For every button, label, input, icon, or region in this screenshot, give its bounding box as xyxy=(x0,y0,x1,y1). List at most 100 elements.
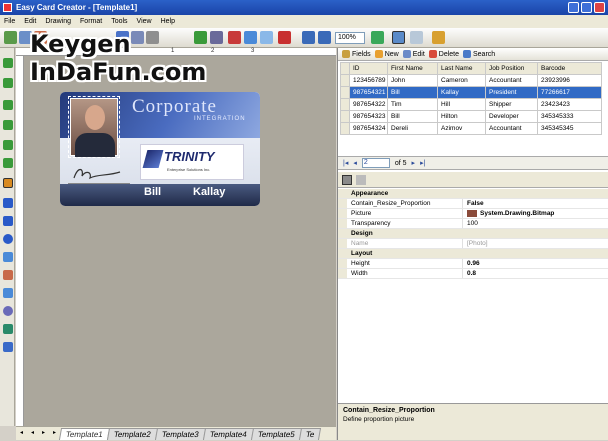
signature[interactable] xyxy=(68,164,130,184)
barcode-tool-icon[interactable] xyxy=(3,306,13,316)
cell-job-position[interactable]: President xyxy=(485,86,538,99)
first-record-icon[interactable]: |◂ xyxy=(343,159,348,167)
cell-id[interactable]: 987654324 xyxy=(349,122,388,135)
menu-help[interactable]: Help xyxy=(161,18,175,25)
photo-tool-icon[interactable] xyxy=(3,270,13,280)
cell-last-name[interactable]: Kallay xyxy=(437,86,486,99)
tab-template5[interactable]: Template5 xyxy=(250,428,302,440)
zoom-in-icon[interactable] xyxy=(302,31,315,44)
menu-edit[interactable]: Edit xyxy=(24,18,36,25)
row-header[interactable] xyxy=(340,110,350,123)
cell-barcode[interactable]: 77266617 xyxy=(537,86,602,99)
cell-last-name[interactable]: Azimov xyxy=(437,122,486,135)
next-record-icon[interactable]: ▸ xyxy=(412,159,416,167)
cell-first-name[interactable]: Dereli xyxy=(387,122,438,135)
card-last-name[interactable]: Kallay xyxy=(193,186,225,198)
tab-template6[interactable]: Te xyxy=(298,428,322,440)
signature-tool-icon[interactable] xyxy=(3,324,13,334)
close-icon[interactable] xyxy=(594,2,605,13)
cell-id[interactable]: 987654322 xyxy=(349,98,388,111)
collapse-icon[interactable] xyxy=(338,189,347,198)
collapse-icon[interactable] xyxy=(338,229,347,238)
cell-job-position[interactable]: Shipper xyxy=(485,98,538,111)
copy-icon[interactable] xyxy=(244,31,257,44)
col-job-position[interactable]: Job Position xyxy=(485,62,538,75)
tool-icon-6[interactable] xyxy=(3,158,13,168)
maximize-icon[interactable] xyxy=(581,2,592,13)
table-row[interactable]: 987654324 Dereli Azimov Accountant 34534… xyxy=(340,122,602,135)
menu-view[interactable]: View xyxy=(137,18,152,25)
row-header[interactable] xyxy=(340,74,350,87)
minimize-icon[interactable] xyxy=(568,2,579,13)
delete-icon[interactable] xyxy=(278,31,291,44)
select-tool-icon[interactable] xyxy=(3,178,13,188)
table-row-selected[interactable]: 987654321 Bill Kallay President 77266617 xyxy=(340,86,602,99)
prop-category-appearance[interactable]: Appearance xyxy=(338,189,608,199)
card-first-name[interactable]: Bill xyxy=(144,186,161,198)
edit-button[interactable]: Edit xyxy=(402,50,425,58)
menu-tools[interactable]: Tools xyxy=(111,18,127,25)
menu-file[interactable]: File xyxy=(4,18,15,25)
cell-first-name[interactable]: Bill xyxy=(387,110,438,123)
cell-id[interactable]: 123456789 xyxy=(349,74,388,87)
company-logo[interactable]: TRINITY Enterprise Solutions Inc. xyxy=(140,144,244,180)
table-row[interactable]: 987654322 Tim Hill Shipper 23423423 xyxy=(340,98,602,111)
tab-template1[interactable]: Template1 xyxy=(58,428,110,440)
menu-format[interactable]: Format xyxy=(80,18,102,25)
cut-icon[interactable] xyxy=(228,31,241,44)
card-view-icon[interactable] xyxy=(392,31,405,44)
delete-button[interactable]: Delete xyxy=(428,50,459,58)
tool-icon-5[interactable] xyxy=(3,140,13,150)
cell-last-name[interactable]: Cameron xyxy=(437,74,486,87)
ellipse-tool-icon[interactable] xyxy=(3,234,13,244)
cell-first-name[interactable]: John xyxy=(387,74,438,87)
card-heading[interactable]: Corporate xyxy=(132,96,217,118)
prev-record-icon[interactable]: ◂ xyxy=(353,159,357,167)
prop-category-design[interactable]: Design xyxy=(338,229,608,239)
tab-template2[interactable]: Template2 xyxy=(106,428,158,440)
cell-id[interactable]: 987654323 xyxy=(349,110,388,123)
first-tab-icon[interactable]: ◂ xyxy=(17,429,26,438)
tool-icon-3[interactable] xyxy=(3,100,13,110)
prop-row[interactable]: Name [Photo] xyxy=(338,239,608,249)
zoom-out-icon[interactable] xyxy=(318,31,331,44)
cell-barcode[interactable]: 23923996 xyxy=(537,74,602,87)
cell-barcode[interactable]: 23423423 xyxy=(537,98,602,111)
categorized-icon[interactable] xyxy=(342,175,352,185)
cell-last-name[interactable]: Hilton xyxy=(437,110,486,123)
refresh-icon[interactable] xyxy=(371,31,384,44)
table-row[interactable]: 987654323 Bill Hilton Developer 34534533… xyxy=(340,110,602,123)
prop-value-picture[interactable]: System.Drawing.Bitmap xyxy=(463,209,554,218)
cell-barcode[interactable]: 345345345 xyxy=(537,122,602,135)
col-first-name[interactable]: First Name xyxy=(387,62,438,75)
prop-row[interactable]: Width 0.8 xyxy=(338,269,608,279)
expand-icon[interactable] xyxy=(338,209,347,218)
property-grid[interactable]: Appearance Contain_Resize_Proportion Fal… xyxy=(338,189,608,279)
alphabetical-icon[interactable] xyxy=(356,175,366,185)
table-row[interactable]: 123456789 John Cameron Accountant 239239… xyxy=(340,74,602,87)
shape-tool-icon[interactable] xyxy=(3,252,13,262)
collapse-icon[interactable] xyxy=(338,249,347,258)
tool-icon-4[interactable] xyxy=(3,120,13,130)
export-icon[interactable] xyxy=(432,31,445,44)
records-table[interactable]: ID First Name Last Name Job Position Bar… xyxy=(340,62,602,135)
prop-row[interactable]: Transparency 100 xyxy=(338,219,608,229)
menu-drawing[interactable]: Drawing xyxy=(45,18,71,25)
prop-value[interactable]: 0.96 xyxy=(463,259,480,268)
prop-value[interactable]: 100 xyxy=(463,219,478,228)
row-header[interactable] xyxy=(340,98,350,111)
new-button[interactable]: New xyxy=(374,50,399,58)
col-barcode[interactable]: Barcode xyxy=(537,62,602,75)
cell-job-position[interactable]: Developer xyxy=(485,110,538,123)
cell-first-name[interactable]: Tim xyxy=(387,98,438,111)
prop-value[interactable]: False xyxy=(463,199,484,208)
col-last-name[interactable]: Last Name xyxy=(437,62,486,75)
prop-row[interactable]: Contain_Resize_Proportion False xyxy=(338,199,608,209)
cell-barcode[interactable]: 345345333 xyxy=(537,110,602,123)
page-input[interactable]: 2 xyxy=(361,158,390,168)
tab-template3[interactable]: Template3 xyxy=(154,428,206,440)
database-icon[interactable] xyxy=(410,31,423,44)
zoom-select[interactable]: 100% xyxy=(335,32,365,44)
redo-icon[interactable] xyxy=(210,31,223,44)
tool-icon-2[interactable] xyxy=(3,78,13,88)
